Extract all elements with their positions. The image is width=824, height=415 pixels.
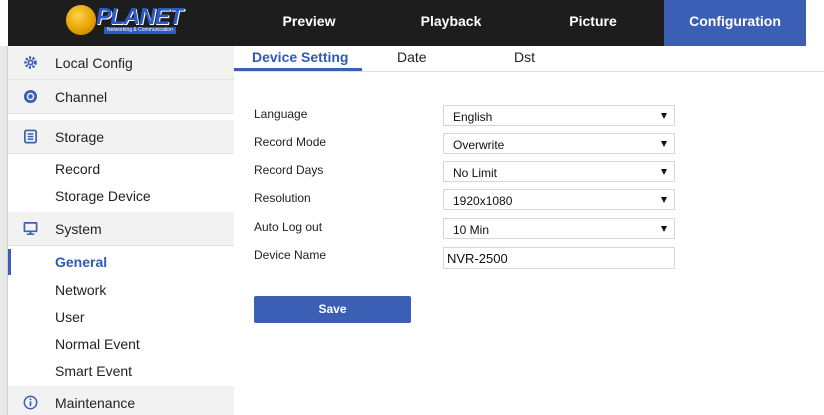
select-value: 1920x1080 — [453, 194, 513, 208]
record-mode-select[interactable]: Overwrite — [443, 133, 675, 154]
sidebar-item-normal-event[interactable]: Normal Event — [8, 331, 234, 357]
sidebar-section-label: System — [55, 221, 102, 237]
record-days-label: Record Days — [254, 163, 324, 177]
sidebar-item-user[interactable]: User — [8, 304, 234, 330]
sidebar-section-maintenance[interactable]: Maintenance — [8, 386, 234, 415]
resolution-label: Resolution — [254, 191, 311, 205]
sidebar-item-label: General — [55, 254, 108, 270]
settings-subtabs: Device Setting Date Dst — [234, 46, 824, 72]
active-subtab-indicator — [234, 68, 362, 71]
select-value: 10 Min — [453, 223, 490, 237]
camera-icon — [23, 89, 38, 104]
tab-configuration[interactable]: Configuration — [664, 0, 806, 46]
logo-text: PLANET — [96, 3, 183, 29]
sidebar-section-label: Storage — [55, 129, 105, 145]
sidebar-item-smart-event[interactable]: Smart Event — [8, 358, 234, 384]
sidebar-section-label: Maintenance — [55, 395, 136, 411]
sidebar-section-system[interactable]: System — [8, 212, 234, 246]
subtab-dst[interactable]: Dst — [514, 49, 535, 65]
sidebar-section-channel[interactable]: Channel — [8, 80, 234, 114]
device-name-input[interactable] — [443, 247, 675, 269]
sidebar-item-storage-device[interactable]: Storage Device — [8, 183, 234, 209]
planet-logo: PLANET Networking & Communication — [66, 4, 183, 36]
language-select[interactable]: English — [443, 105, 675, 126]
record-days-select[interactable]: No Limit — [443, 161, 675, 182]
subtab-date[interactable]: Date — [397, 49, 427, 65]
select-value: English — [453, 110, 493, 124]
sidebar-section-local-config[interactable]: Local Config — [8, 46, 234, 80]
dropdown-arrow-icon — [661, 169, 667, 175]
sidebar-section-storage[interactable]: Storage — [8, 120, 234, 154]
record-mode-label: Record Mode — [254, 135, 327, 149]
dropdown-arrow-icon — [661, 113, 667, 119]
select-value: No Limit — [453, 166, 498, 180]
auto-logout-select[interactable]: 10 Min — [443, 218, 675, 239]
device-name-label: Device Name — [254, 248, 327, 262]
subtab-device-setting[interactable]: Device Setting — [252, 49, 348, 65]
left-edge-strip — [0, 0, 8, 415]
language-label: Language — [254, 107, 308, 121]
logo-globe-icon — [66, 5, 96, 35]
tab-picture[interactable]: Picture — [522, 0, 664, 46]
sidebar-item-label: Smart Event — [55, 363, 133, 379]
tab-playback[interactable]: Playback — [380, 0, 522, 46]
storage-icon — [24, 129, 37, 144]
sidebar-section-label: Channel — [55, 89, 108, 105]
logo-subtext: Networking & Communication — [104, 27, 176, 34]
sidebar-item-network[interactable]: Network — [8, 277, 234, 303]
sidebar: Local Config Channel Storage Record Stor… — [8, 46, 234, 415]
top-bar: PLANET Networking & Communication Previe… — [0, 0, 824, 46]
save-button[interactable]: Save — [254, 296, 411, 323]
select-value: Overwrite — [453, 138, 505, 152]
sidebar-item-label: Storage Device — [55, 188, 151, 204]
monitor-icon — [23, 222, 38, 235]
dropdown-arrow-icon — [661, 197, 667, 203]
sidebar-item-label: Record — [55, 161, 101, 177]
sidebar-item-label: User — [55, 309, 85, 325]
info-icon — [23, 395, 38, 410]
sidebar-section-label: Local Config — [55, 55, 133, 71]
sidebar-item-label: Network — [55, 282, 107, 298]
dropdown-arrow-icon — [661, 141, 667, 147]
auto-logout-label: Auto Log out — [254, 220, 323, 234]
gear-icon — [24, 56, 37, 69]
tab-preview[interactable]: Preview — [238, 0, 380, 46]
sidebar-item-record[interactable]: Record — [8, 156, 234, 182]
sidebar-item-general[interactable]: General — [8, 249, 234, 275]
sidebar-item-label: Normal Event — [55, 336, 140, 352]
resolution-select[interactable]: 1920x1080 — [443, 189, 675, 210]
dropdown-arrow-icon — [661, 226, 667, 232]
